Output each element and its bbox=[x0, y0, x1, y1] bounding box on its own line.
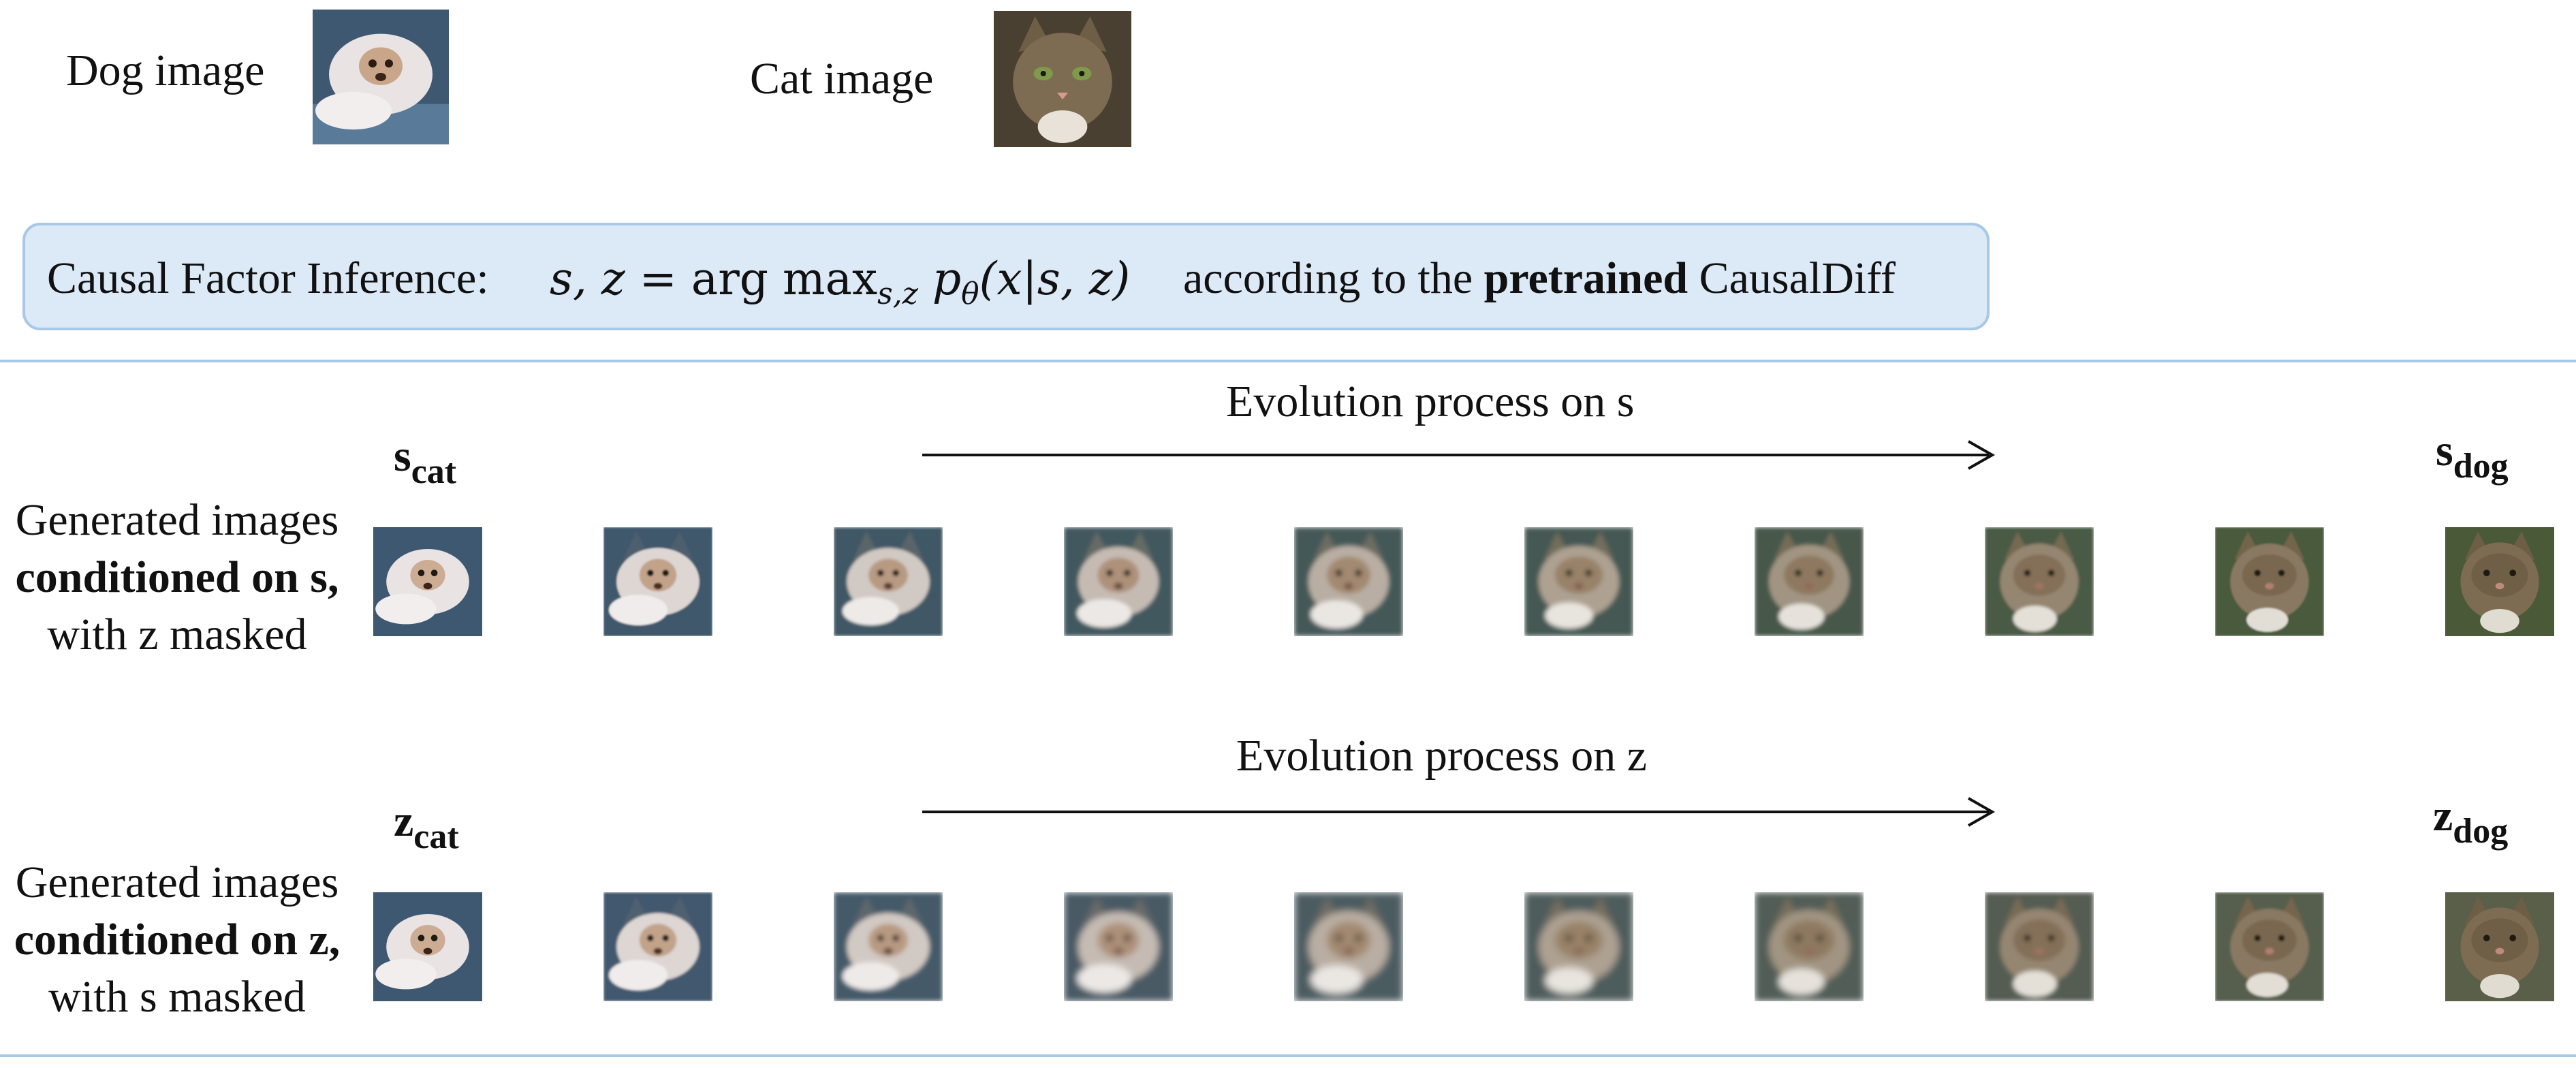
generated-frame bbox=[834, 892, 943, 1001]
generated-frame bbox=[1524, 527, 1633, 636]
suffix-2: CausalDiff bbox=[1699, 253, 1896, 303]
formula-lhs: s, z bbox=[550, 253, 625, 305]
formula-eq: = bbox=[639, 253, 677, 305]
generated-frame bbox=[2445, 527, 2554, 636]
generated-frame bbox=[1294, 892, 1403, 1001]
causal-factor-inference-box: Causal Factor Inference: s, z = arg maxs… bbox=[22, 223, 1990, 330]
generated-frame bbox=[373, 892, 482, 1001]
generated-frame bbox=[373, 527, 482, 636]
cat-image-label: Cat image bbox=[750, 54, 934, 104]
inference-prefix: Causal Factor Inference: bbox=[47, 253, 489, 303]
evolution-title-s: Evolution process on s bbox=[1226, 377, 1635, 426]
generated-frame bbox=[1064, 527, 1173, 636]
evolution-arrow-z bbox=[922, 797, 1996, 827]
generated-frame bbox=[1294, 527, 1403, 636]
generated-frame bbox=[834, 527, 943, 636]
formula-args: (x|s, z) bbox=[979, 253, 1131, 305]
divider-top bbox=[0, 360, 2576, 362]
generated-frame bbox=[1985, 892, 2094, 1001]
dog-image-label: Dog image bbox=[66, 46, 265, 95]
generated-frame bbox=[2445, 892, 2554, 1001]
formula-argmax: arg max bbox=[691, 253, 878, 305]
generated-frame bbox=[1064, 892, 1173, 1001]
row-z-label: Generated images conditioned on z, with … bbox=[14, 858, 341, 1022]
dog-image bbox=[313, 10, 449, 144]
evolution-arrow-s bbox=[922, 440, 1996, 470]
s-cat-label: scat bbox=[394, 431, 457, 491]
generated-frame bbox=[1755, 527, 1864, 636]
suffix-bold: pretrained bbox=[1483, 253, 1688, 303]
divider-middle bbox=[0, 1054, 2576, 1057]
suffix-1: according to the bbox=[1183, 253, 1473, 303]
s-dog-label: sdog bbox=[2436, 426, 2509, 486]
formula-p: p bbox=[932, 253, 962, 305]
generated-frame bbox=[1985, 527, 2094, 636]
inference-suffix: according to the pretrained CausalDiff bbox=[1183, 253, 1896, 304]
generated-frame bbox=[603, 527, 712, 636]
z-dog-label: zdog bbox=[2433, 791, 2509, 851]
generated-frame bbox=[2215, 527, 2324, 636]
row-s-label: Generated images conditioned on s, with … bbox=[15, 495, 339, 659]
cat-image bbox=[994, 11, 1131, 147]
evolution-title-z: Evolution process on z bbox=[1236, 731, 1648, 781]
formula-theta: θ bbox=[961, 277, 979, 312]
formula-sub: s,z bbox=[877, 277, 918, 312]
z-cat-label: zcat bbox=[394, 796, 459, 856]
generated-frame bbox=[1524, 892, 1633, 1001]
generated-frame bbox=[2215, 892, 2324, 1001]
generated-frame bbox=[1755, 892, 1864, 1001]
inference-formula: s, z = arg maxs,z pθ(x|s, z) bbox=[550, 253, 1130, 311]
generated-frame bbox=[603, 892, 712, 1001]
